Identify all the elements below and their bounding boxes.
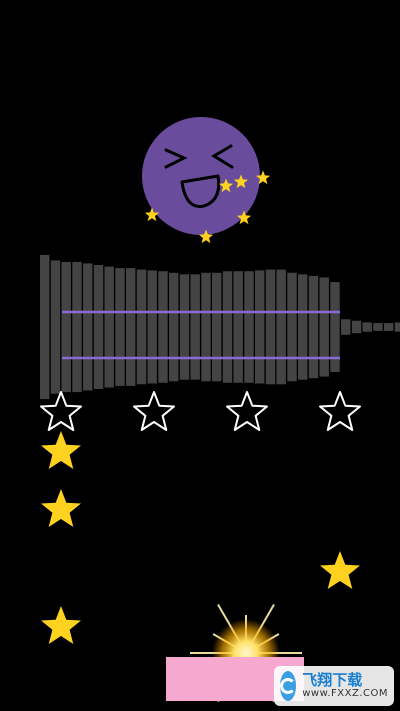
- falling-stars: [41, 431, 360, 644]
- equalizer-bar: [373, 323, 383, 331]
- equalizer-bar: [341, 319, 351, 335]
- equalizer-bar: [201, 272, 211, 382]
- equalizer-bar: [384, 323, 394, 331]
- equalizer-bar: [308, 275, 319, 379]
- equalizer-bar: [287, 272, 297, 382]
- equalizer-bar: [265, 269, 276, 385]
- equalizer-bar: [61, 261, 71, 393]
- lane-target-star-icon[interactable]: [319, 391, 361, 431]
- equalizer-bar: [351, 320, 362, 334]
- equalizer-bar: [50, 260, 61, 394]
- equalizer-bar: [255, 270, 265, 384]
- equalizer-bar: [158, 271, 168, 383]
- equalizer-bar: [83, 263, 93, 391]
- equalizer-bar: [104, 266, 114, 388]
- equalizer-bar: [212, 272, 222, 382]
- equalizer-bar: [147, 270, 157, 384]
- equalizer-bar: [190, 274, 200, 380]
- equalizer-bar: [40, 254, 50, 400]
- watermark-logo-icon: [280, 671, 297, 701]
- equalizer: [40, 254, 400, 400]
- lane-targets[interactable]: [40, 391, 361, 431]
- equalizer-bar: [276, 269, 286, 385]
- equalizer-bar: [394, 322, 400, 332]
- equalizer-bar: [222, 271, 233, 383]
- equalizer-bar: [93, 265, 104, 389]
- equalizer-bar: [298, 274, 308, 380]
- lane-target-star-icon[interactable]: [226, 391, 268, 431]
- lane-target-star-icon[interactable]: [133, 391, 175, 431]
- equalizer-bar: [115, 268, 125, 386]
- gold-star-icon: [41, 431, 81, 469]
- equalizer-bar: [126, 268, 136, 386]
- gold-star-icon: [41, 606, 81, 644]
- equalizer-bar: [136, 269, 147, 385]
- gold-star-icon: [41, 489, 81, 527]
- equalizer-bar: [319, 277, 329, 377]
- gold-star-icon: [320, 551, 360, 589]
- watermark-title: 飞翔下载: [302, 670, 363, 689]
- equalizer-bar: [362, 322, 372, 332]
- watermark: 飞翔下载 www.FXXZ.COM: [274, 666, 394, 706]
- equalizer-bar: [169, 272, 179, 382]
- equalizer-bar: [233, 271, 243, 383]
- equalizer-bar: [244, 271, 254, 383]
- equalizer-bar: [72, 261, 82, 393]
- game-canvas[interactable]: [0, 0, 400, 711]
- watermark-url: www.FXXZ.COM: [302, 687, 388, 699]
- equalizer-bar: [179, 274, 190, 380]
